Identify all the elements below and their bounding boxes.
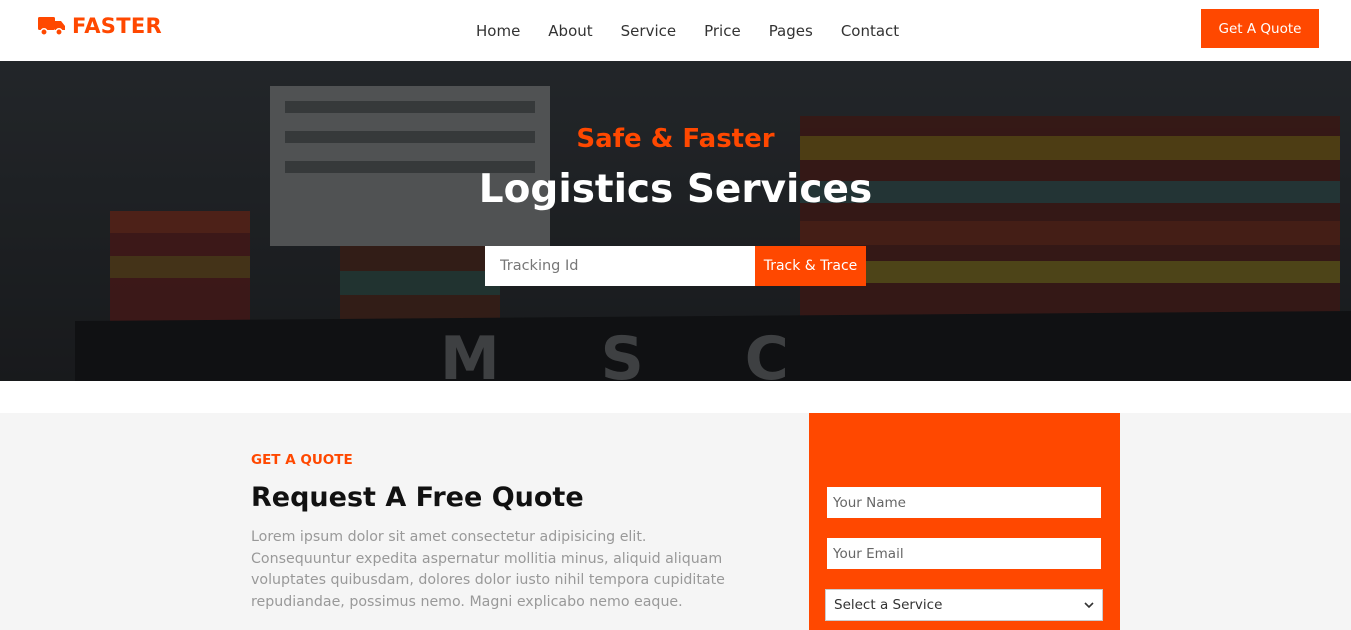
quote-section: GET A QUOTE Request A Free Quote Lorem i… [0,413,1351,630]
section-description: Lorem ipsum dolor sit amet consectetur a… [251,529,725,610]
email-placeholder: Your Email [833,545,904,562]
section-eyebrow: GET A QUOTE [251,452,353,468]
quote-form: Your Name Your Email Select a Service [809,413,1120,630]
main-nav: Home About Service Price Pages Contact [462,0,913,61]
name-placeholder: Your Name [833,494,906,511]
truck-icon [38,15,66,37]
get-a-quote-button[interactable]: Get A Quote [1201,9,1319,48]
nav-price[interactable]: Price [690,22,755,40]
email-field[interactable]: Your Email [827,538,1101,569]
service-select[interactable]: Select a Service [825,589,1103,621]
brand-logo[interactable]: FASTER [38,14,162,38]
name-field[interactable]: Your Name [827,487,1101,518]
hero-subtitle: Safe & Faster [576,124,775,154]
brand-name: FASTER [72,14,162,38]
nav-pages[interactable]: Pages [755,22,827,40]
service-selected-value: Select a Service [834,597,943,613]
hero-banner: M S C Safe & Faster Logistics Services T… [0,61,1351,381]
nav-about[interactable]: About [534,22,606,40]
nav-contact[interactable]: Contact [827,22,913,40]
hero-title: Logistics Services [478,167,873,212]
section-title: Request A Free Quote [251,482,584,513]
track-and-trace-button[interactable]: Track & Trace [755,246,866,286]
tracking-id-input[interactable] [485,246,755,286]
nav-home[interactable]: Home [462,22,534,40]
hero-overlay [0,61,1351,381]
navbar: FASTER Home About Service Price Pages Co… [0,0,1351,61]
chevron-down-icon [1084,597,1094,613]
nav-service[interactable]: Service [607,22,690,40]
